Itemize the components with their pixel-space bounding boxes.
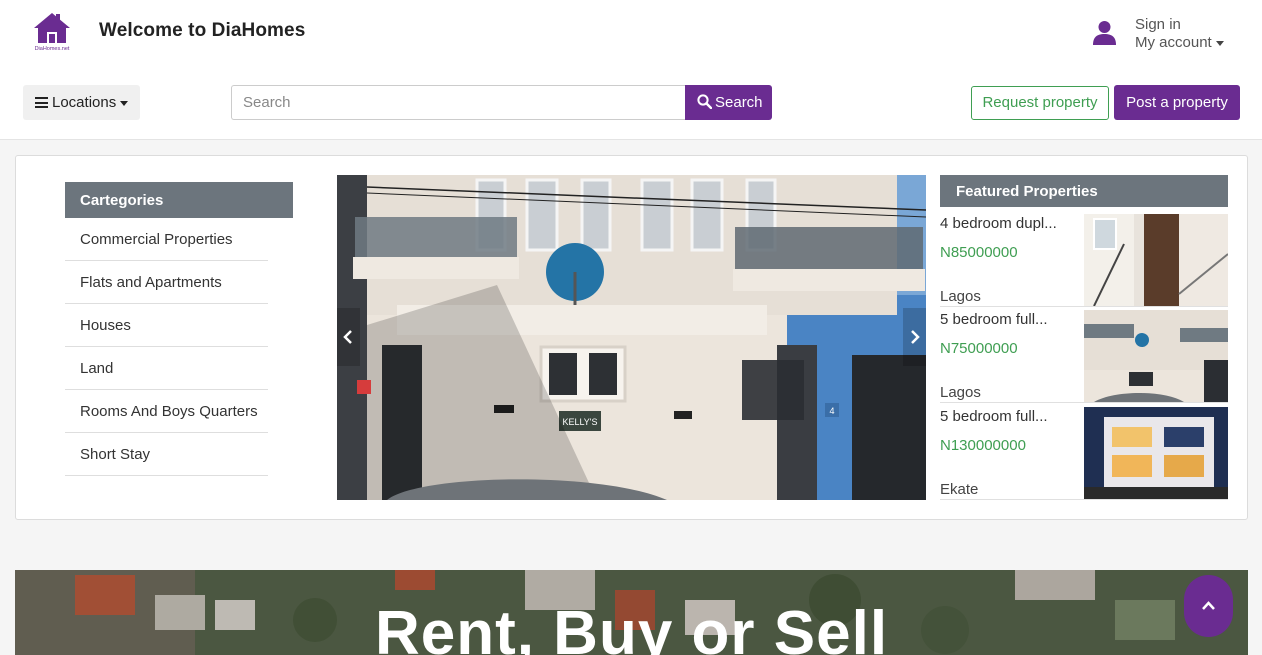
featured-heading: Featured Properties	[940, 175, 1228, 207]
carousel-prev-button[interactable]	[337, 308, 360, 366]
category-item[interactable]: Short Stay	[65, 433, 268, 476]
featured-property-card[interactable]: 4 bedroom dupl... N85000000 Lagos	[940, 214, 1228, 307]
categories-list: Commercial Properties Flats and Apartmen…	[65, 218, 268, 476]
search-button[interactable]: Search	[685, 85, 772, 120]
category-item[interactable]: Commercial Properties	[65, 218, 268, 261]
search-icon	[697, 94, 713, 110]
property-location: Lagos	[940, 384, 981, 401]
featured-property-card[interactable]: 5 bedroom full... N130000000 Ekate	[940, 407, 1228, 500]
svg-text:4: 4	[829, 406, 834, 416]
search-input[interactable]	[231, 85, 686, 120]
property-photo	[1084, 407, 1228, 499]
property-location: Lagos	[940, 288, 981, 305]
featured-property-card[interactable]: 5 bedroom full... N75000000 Lagos	[940, 310, 1228, 403]
my-account-label: My account	[1135, 34, 1212, 51]
page-title: Welcome to DiaHomes	[99, 20, 306, 41]
carousel-next-button[interactable]	[903, 308, 926, 366]
property-carousel[interactable]: KELLY'S 4	[337, 175, 926, 500]
chevron-up-icon	[1202, 601, 1215, 610]
categories-heading: Cartegories	[65, 182, 293, 218]
site-logo[interactable]: DiaHomes.net	[31, 12, 73, 52]
svg-text:DiaHomes.net: DiaHomes.net	[35, 46, 70, 52]
category-item[interactable]: Flats and Apartments	[65, 261, 268, 304]
account-menu[interactable]: Sign in My account	[1092, 14, 1252, 54]
logo-house-icon: DiaHomes.net	[34, 13, 70, 52]
property-thumbnail[interactable]	[1084, 407, 1228, 499]
property-title[interactable]: 5 bedroom full...	[940, 408, 1075, 425]
hero-banner: Rent, Buy or Sell	[15, 570, 1248, 655]
property-thumbnail[interactable]	[1084, 310, 1228, 402]
property-price: N85000000	[940, 244, 1018, 261]
svg-text:KELLY'S: KELLY'S	[562, 417, 597, 427]
site-header: DiaHomes.net Welcome to DiaHomes Sign in…	[0, 0, 1262, 140]
locations-dropdown-button[interactable]: Locations	[23, 85, 140, 120]
hamburger-icon	[35, 97, 48, 108]
hero-title: Rent, Buy or Sell	[374, 599, 889, 655]
sign-in-link[interactable]: Sign in	[1135, 16, 1181, 33]
property-location: Ekate	[940, 481, 979, 498]
scroll-to-top-button[interactable]	[1184, 575, 1233, 637]
post-property-button[interactable]: Post a property	[1114, 85, 1240, 120]
property-photo	[1084, 214, 1228, 306]
caret-down-icon	[120, 100, 129, 106]
property-title[interactable]: 4 bedroom dupl...	[940, 215, 1075, 232]
my-account-dropdown[interactable]: My account	[1135, 34, 1224, 51]
search-button-label: Search	[715, 94, 763, 111]
user-icon	[1093, 21, 1116, 45]
property-photo	[1084, 310, 1228, 402]
chevron-right-icon	[911, 330, 920, 344]
chevron-left-icon	[343, 330, 352, 344]
property-price: N130000000	[940, 437, 1026, 454]
request-property-button[interactable]: Request property	[971, 86, 1109, 120]
caret-down-icon	[1215, 40, 1224, 46]
property-thumbnail[interactable]	[1084, 214, 1228, 306]
property-price: N75000000	[940, 340, 1018, 357]
category-item[interactable]: Rooms And Boys Quarters	[65, 390, 268, 433]
category-item[interactable]: Land	[65, 347, 268, 390]
locations-label: Locations	[52, 94, 117, 111]
property-title[interactable]: 5 bedroom full...	[940, 311, 1075, 328]
carousel-slide-image: KELLY'S 4	[337, 175, 926, 500]
category-item[interactable]: Houses	[65, 304, 268, 347]
